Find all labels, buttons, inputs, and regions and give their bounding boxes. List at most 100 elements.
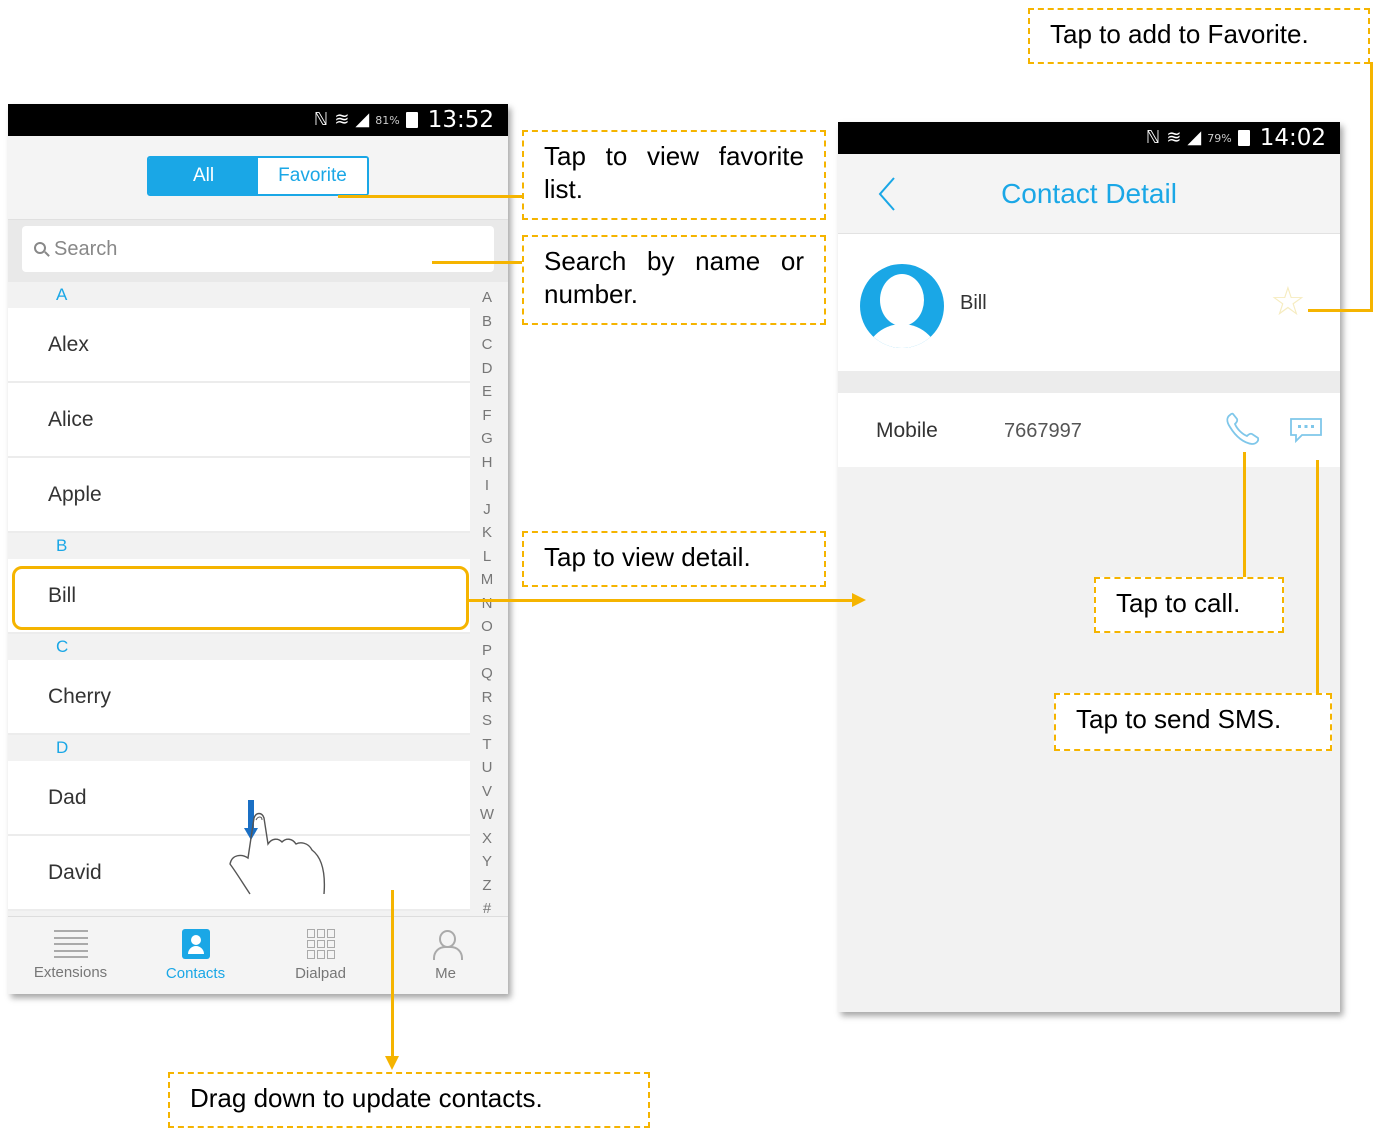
status-bar: ℕ ≋ ◢ 81% 13:52 <box>8 104 508 136</box>
status-bar: ℕ ≋ ◢ 79% 14:02 <box>838 122 1340 154</box>
nav-extensions[interactable]: Extensions <box>8 917 133 994</box>
callout-line <box>1308 309 1373 312</box>
alphabet-letter[interactable]: S <box>482 709 492 733</box>
callout-search: Search by name or number. <box>522 235 826 325</box>
section-header: A <box>8 282 470 308</box>
avatar <box>860 264 944 348</box>
alphabet-letter[interactable]: L <box>483 545 491 569</box>
callout-view-detail: Tap to view detail. <box>522 531 826 587</box>
alphabet-letter[interactable]: D <box>482 357 493 381</box>
battery-percent: 81% <box>375 113 400 127</box>
alphabet-letter[interactable]: B <box>482 310 492 334</box>
divider <box>838 371 1340 393</box>
alphabet-letter[interactable]: X <box>482 827 492 851</box>
alphabet-index[interactable]: A B C D E F G H I J K L M N O P Q R S T U V W X Y Z # <box>478 286 496 921</box>
contacts-icon <box>181 929 210 959</box>
alphabet-letter[interactable]: Q <box>481 662 493 686</box>
section-header: C <box>8 634 470 660</box>
arrow-head <box>385 1056 399 1070</box>
battery-icon <box>1237 130 1250 146</box>
alphabet-letter[interactable]: H <box>482 451 493 475</box>
alphabet-letter[interactable]: J <box>483 498 491 522</box>
contact-row-alex[interactable]: Alex <box>8 308 470 383</box>
nfc-icon: ℕ <box>1145 127 1161 148</box>
status-time: 13:52 <box>427 107 494 133</box>
alphabet-letter[interactable]: E <box>482 380 492 404</box>
wifi-icon: ≋ <box>334 109 350 130</box>
alphabet-letter[interactable]: N <box>482 592 493 616</box>
nav-dialpad[interactable]: Dialpad <box>258 917 383 994</box>
callout-line <box>432 261 524 264</box>
callout-line <box>1243 452 1246 578</box>
search-icon <box>34 241 46 254</box>
detail-header: Contact Detail <box>838 154 1340 234</box>
tab-favorite[interactable]: Favorite <box>258 158 367 194</box>
nav-label: Me <box>435 965 456 982</box>
search-input[interactable]: Search <box>22 226 494 272</box>
section-header: B <box>8 533 470 559</box>
alphabet-letter[interactable]: Z <box>482 874 491 898</box>
signal-icon: ◢ <box>355 109 370 130</box>
callout-line <box>1370 62 1373 312</box>
status-time: 14:02 <box>1259 125 1326 151</box>
search-bar: Search <box>8 220 508 282</box>
call-icon[interactable] <box>1224 411 1264 447</box>
callout-line <box>391 890 394 1058</box>
alphabet-letter[interactable]: U <box>482 756 493 780</box>
alphabet-letter[interactable]: W <box>480 803 494 827</box>
bill-highlight <box>12 566 469 630</box>
dialpad-icon <box>306 929 335 959</box>
contact-row-apple[interactable]: Apple <box>8 458 470 533</box>
alphabet-letter[interactable]: V <box>482 780 492 804</box>
contacts-header: All Favorite <box>8 136 508 220</box>
nav-label: Extensions <box>33 964 108 981</box>
contact-row-alice[interactable]: Alice <box>8 383 470 458</box>
alphabet-letter[interactable]: R <box>482 686 493 710</box>
sms-icon[interactable] <box>1288 416 1324 444</box>
nfc-icon: ℕ <box>313 109 329 130</box>
alphabet-letter[interactable]: M <box>481 568 494 592</box>
alphabet-letter[interactable]: A <box>482 286 492 310</box>
contact-card: Bill <box>838 234 1340 371</box>
drag-gesture-icon <box>229 800 326 895</box>
contact-filter-toggle: All Favorite <box>147 156 369 196</box>
person-icon <box>431 929 463 960</box>
callout-sms: Tap to send SMS. <box>1054 693 1332 751</box>
callout-add-favorite: Tap to add to Favorite. <box>1028 8 1370 64</box>
battery-icon <box>405 112 418 128</box>
alphabet-letter[interactable]: F <box>482 404 491 428</box>
arrow-head <box>852 593 866 607</box>
wifi-icon: ≋ <box>1166 127 1182 148</box>
nav-me[interactable]: Me <box>383 917 508 994</box>
alphabet-letter[interactable]: Y <box>482 850 492 874</box>
list-icon <box>53 930 88 958</box>
alphabet-letter[interactable]: P <box>482 639 492 663</box>
callout-view-favorite: Tap to view favorite list. <box>522 130 826 220</box>
favorite-star-icon[interactable]: ☆ <box>1270 282 1306 322</box>
alphabet-letter[interactable]: G <box>481 427 493 451</box>
contact-detail-screen: ℕ ≋ ◢ 79% 14:02 Contact Detail Bill ☆ Mo… <box>838 122 1340 1012</box>
alphabet-letter[interactable]: I <box>485 474 489 498</box>
page-title: Contact Detail <box>1001 178 1177 209</box>
callout-call: Tap to call. <box>1094 577 1284 633</box>
nav-label: Contacts <box>165 965 226 982</box>
alphabet-letter[interactable]: T <box>482 733 491 757</box>
section-header: D <box>8 735 470 761</box>
contact-name: Bill <box>960 292 987 314</box>
callout-line <box>338 195 524 198</box>
phone-number: 7667997 <box>1004 420 1082 442</box>
tab-all[interactable]: All <box>149 158 258 194</box>
search-placeholder: Search <box>54 237 118 260</box>
alphabet-letter[interactable]: K <box>482 521 492 545</box>
callout-line <box>1316 460 1319 694</box>
alphabet-letter[interactable]: C <box>482 333 493 357</box>
bottom-nav: Extensions Contacts Dialpad Me <box>8 916 508 994</box>
nav-label: Dialpad <box>295 965 346 982</box>
callout-line <box>469 599 854 602</box>
alphabet-letter[interactable]: O <box>481 615 493 639</box>
phone-number-row: Mobile 7667997 <box>838 393 1340 467</box>
callout-drag: Drag down to update contacts. <box>168 1072 650 1128</box>
phone-label: Mobile <box>876 419 938 442</box>
nav-contacts[interactable]: Contacts <box>133 917 258 994</box>
contact-row-cherry[interactable]: Cherry <box>8 660 470 735</box>
